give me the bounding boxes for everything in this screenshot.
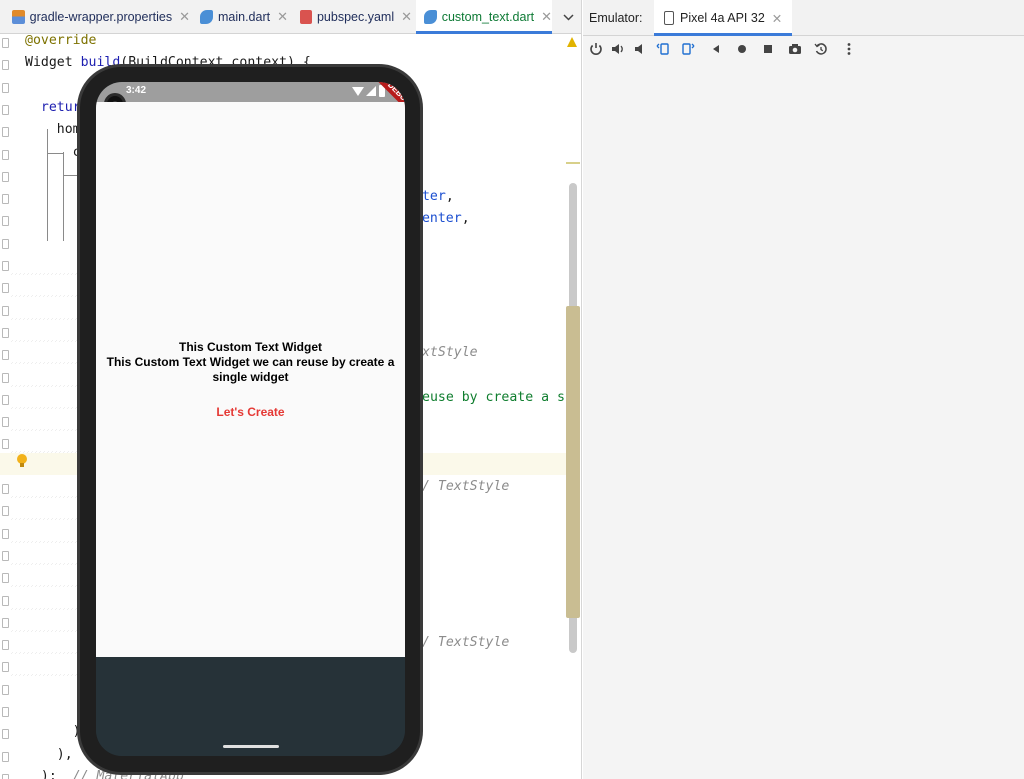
tab-label: gradle-wrapper.properties [29,10,173,24]
fold-marker[interactable] [2,82,9,93]
editor-tab-bar: gradle-wrapper.properties ✕ main.dart ✕ … [0,0,581,34]
close-icon[interactable]: ✕ [772,11,782,26]
fold-marker[interactable] [2,283,9,294]
fold-marker[interactable] [2,684,9,695]
dart-file-icon [200,10,213,24]
tab-gradle-wrapper-properties[interactable]: gradle-wrapper.properties ✕ [12,0,190,34]
fold-marker[interactable] [2,417,9,428]
lightbulb-icon[interactable] [17,454,27,467]
fold-marker[interactable] [2,149,9,160]
volume-down-icon[interactable] [632,41,648,57]
fold-marker[interactable] [2,327,9,338]
fold-marker[interactable] [2,394,9,405]
emulator-toolbar [583,36,1024,62]
tab-label: pubspec.yaml [316,10,395,24]
chevron-down-icon[interactable] [556,0,580,34]
home-gesture-pill[interactable] [223,745,279,748]
tab-main-dart[interactable]: main.dart ✕ [200,0,288,34]
fold-marker[interactable] [2,194,9,205]
close-icon[interactable]: ✕ [541,9,552,25]
more-icon[interactable] [841,41,857,57]
status-bar: 3:42 [96,82,405,102]
lets-create-text: Let's Create [216,404,285,419]
code-token: ); [25,768,73,779]
fold-marker[interactable] [2,38,9,48]
code-token: // TextStyle [414,635,510,651]
emulator-pane: Emulator: Pixel 4a API 32 ✕ [583,0,1024,779]
tab-label: main.dart [217,10,271,24]
rotate-right-icon[interactable] [680,41,696,57]
fold-marker[interactable] [2,573,9,584]
gradle-properties-icon [12,10,25,24]
code-line: @override [25,30,96,52]
warning-icon[interactable] [567,37,578,47]
fold-marker[interactable] [2,773,9,779]
fold-marker[interactable] [2,617,9,628]
fold-marker[interactable] [2,439,9,450]
custom-text-line-2: This Custom Text Widget we can reuse by … [106,354,395,384]
yaml-file-icon [300,10,312,24]
dart-file-icon [424,10,437,24]
fold-marker[interactable] [2,216,9,227]
emulator-label: Emulator: [589,11,643,25]
app-column: This Custom Text Widget This Custom Text… [96,102,405,657]
status-time: 3:42 [126,85,147,96]
signal-icon [366,86,376,96]
fold-marker[interactable] [2,104,9,115]
fold-marker[interactable] [2,595,9,606]
fold-marker[interactable] [2,60,9,71]
code-token: , [461,211,470,227]
fold-marker[interactable] [2,662,9,673]
code-token: // TextStyle [414,479,510,494]
fold-marker[interactable] [2,305,9,316]
code-token: , [445,189,454,205]
fold-marker[interactable] [2,751,9,762]
close-icon[interactable]: ✕ [277,9,288,25]
fold-marker[interactable] [2,550,9,561]
emulator-tab-bar: Emulator: Pixel 4a API 32 ✕ [583,0,1024,36]
fold-marker[interactable] [2,707,9,717]
fold-marker[interactable] [2,372,9,383]
tab-pixel-4a-api-32[interactable]: Pixel 4a API 32 ✕ [654,0,793,36]
device-screen[interactable]: 3:42 DEBUG This Custom Text Widget This … [96,82,405,756]
back-icon[interactable] [708,41,724,57]
phone-device-icon [664,11,674,25]
home-icon[interactable] [734,41,750,57]
navigation-bar [96,657,405,756]
wifi-icon [352,87,364,96]
custom-text-line-1: This Custom Text Widget [178,339,322,354]
close-icon[interactable]: ✕ [401,9,412,25]
device-tab-label: Pixel 4a API 32 [680,11,765,25]
snapshot-icon[interactable] [813,41,829,57]
overview-icon[interactable] [760,41,776,57]
scroll-highlight-marker [566,306,580,618]
fold-marker[interactable] [2,127,9,138]
fold-marker[interactable] [2,350,9,361]
code-token: Widget [25,55,81,71]
fold-marker[interactable] [2,528,9,539]
screenshot-icon[interactable] [787,41,803,57]
power-icon[interactable] [588,41,604,57]
fold-marker[interactable] [2,238,9,249]
volume-up-icon[interactable] [610,41,626,57]
tab-custom-text-dart[interactable]: custom_text.dart ✕ [416,0,552,34]
close-icon[interactable]: ✕ [179,9,190,25]
tab-pubspec-yaml[interactable]: pubspec.yaml ✕ [300,0,412,34]
fold-marker[interactable] [2,261,9,271]
scroll-marker [566,162,580,164]
code-token: ), [25,746,89,762]
fold-marker[interactable] [2,171,9,182]
tab-label: custom_text.dart [441,10,535,24]
fold-marker[interactable] [2,640,9,651]
app-body: This Custom Text Widget This Custom Text… [96,102,405,657]
fold-marker[interactable] [2,729,9,740]
fold-marker[interactable] [2,506,9,517]
fold-marker[interactable] [2,484,9,494]
code-token: @override [25,33,97,48]
rotate-left-icon[interactable] [655,41,671,57]
